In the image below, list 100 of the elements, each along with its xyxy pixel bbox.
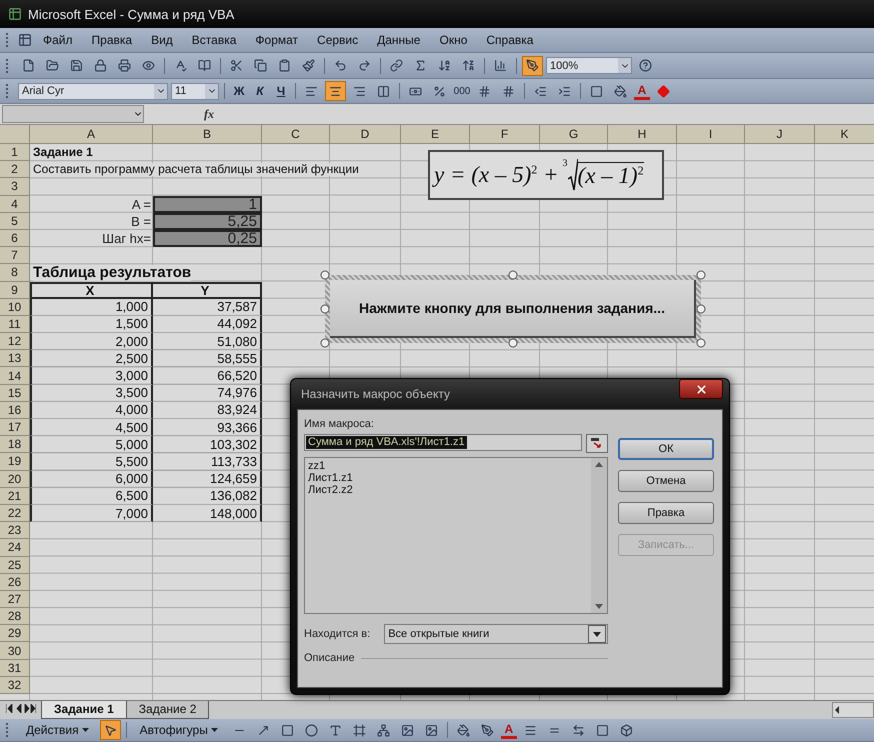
row-header[interactable]: 21 bbox=[0, 488, 30, 505]
scroll-left-icon[interactable] bbox=[833, 706, 841, 714]
row-header[interactable]: 8 bbox=[0, 264, 30, 282]
row-header[interactable]: 22 bbox=[0, 504, 30, 522]
row-header[interactable]: 19 bbox=[0, 453, 30, 471]
row-header[interactable]: 6 bbox=[0, 230, 30, 248]
row-header[interactable]: 1 bbox=[0, 144, 30, 162]
column-header[interactable]: I bbox=[677, 125, 745, 144]
location-select[interactable]: Все открытые книги bbox=[384, 624, 608, 644]
dialog-button[interactable]: ОК bbox=[618, 438, 714, 460]
horizontal-scrollbar[interactable] bbox=[832, 702, 874, 718]
column-header[interactable]: D bbox=[330, 125, 401, 144]
menu-item[interactable]: Вставка bbox=[184, 31, 244, 49]
menu-item[interactable]: Формат bbox=[247, 31, 306, 49]
menu-item[interactable]: Сервис bbox=[309, 31, 366, 49]
column-header[interactable]: K bbox=[815, 125, 874, 144]
parameter-cell[interactable]: 0,25 bbox=[153, 230, 262, 248]
resize-handle[interactable] bbox=[508, 338, 518, 348]
column-header[interactable]: F bbox=[470, 125, 540, 144]
macro-name-field[interactable]: Сумма и ряд VBA.xls'!Лист1.z1 bbox=[304, 434, 582, 451]
column-header[interactable]: G bbox=[540, 125, 608, 144]
collapse-button[interactable] bbox=[586, 434, 608, 453]
resize-handle[interactable] bbox=[320, 304, 330, 314]
row-header[interactable]: 10 bbox=[0, 298, 30, 316]
row-header[interactable]: 28 bbox=[0, 608, 30, 626]
column-header[interactable]: J bbox=[745, 125, 815, 144]
bold-button[interactable]: Ж bbox=[230, 82, 248, 100]
resize-handle[interactable] bbox=[320, 338, 330, 348]
row-header[interactable]: 7 bbox=[0, 247, 30, 264]
autoshapes-menu[interactable]: Автофигуры bbox=[132, 721, 226, 739]
row-header[interactable]: 32 bbox=[0, 676, 30, 694]
resize-handle[interactable] bbox=[696, 270, 706, 280]
column-header[interactable]: C bbox=[262, 125, 330, 144]
macro-list-item[interactable]: Лист2.z2 bbox=[308, 484, 353, 496]
thousands-separator-button[interactable]: 000 bbox=[453, 82, 471, 100]
menu-item[interactable]: Файл bbox=[35, 31, 81, 49]
resize-handle[interactable] bbox=[320, 270, 330, 280]
sheet-tab[interactable]: Задание 2 bbox=[126, 701, 210, 719]
row-header[interactable]: 26 bbox=[0, 574, 30, 591]
resize-handle[interactable] bbox=[696, 304, 706, 314]
row-header[interactable]: 14 bbox=[0, 367, 30, 385]
row-header[interactable]: 29 bbox=[0, 625, 30, 642]
dialog-button[interactable]: Отмена bbox=[618, 470, 714, 492]
actions-menu[interactable]: Действия bbox=[18, 721, 97, 739]
dialog-button[interactable]: Правка bbox=[618, 502, 714, 524]
column-header[interactable]: H bbox=[608, 125, 677, 144]
scroll-down-icon[interactable] bbox=[595, 604, 603, 609]
macro-list-item[interactable]: Лист1.z1 bbox=[308, 472, 353, 484]
macro-list-item[interactable]: zz1 bbox=[308, 460, 326, 472]
row-header[interactable]: 27 bbox=[0, 590, 30, 608]
row-header[interactable]: 3 bbox=[0, 178, 30, 196]
align-center-icon[interactable] bbox=[325, 81, 346, 101]
menu-item[interactable]: Вид bbox=[143, 31, 181, 49]
italic-button[interactable]: К bbox=[251, 82, 269, 100]
resize-handle[interactable] bbox=[696, 338, 706, 348]
caret-icon[interactable] bbox=[210, 728, 218, 732]
close-button[interactable] bbox=[679, 379, 723, 399]
workbook-icon[interactable] bbox=[18, 33, 32, 47]
row-header[interactable]: 31 bbox=[0, 660, 30, 677]
row-header[interactable]: 30 bbox=[0, 642, 30, 660]
macro-list[interactable]: zz1 Лист1.z1 Лист2.z2 bbox=[304, 457, 608, 614]
row-header[interactable]: 12 bbox=[0, 333, 30, 350]
row-header[interactable]: 20 bbox=[0, 470, 30, 488]
row-header[interactable]: 5 bbox=[0, 212, 30, 230]
column-header[interactable]: E bbox=[401, 125, 470, 144]
dropdown-arrow-icon[interactable] bbox=[593, 632, 601, 636]
row-header[interactable]: 25 bbox=[0, 556, 30, 574]
parameter-cell[interactable]: 1 bbox=[153, 196, 262, 213]
resize-handle[interactable] bbox=[508, 270, 518, 280]
row-header[interactable]: 16 bbox=[0, 402, 30, 419]
caret-icon[interactable] bbox=[82, 728, 89, 732]
row-header[interactable]: 17 bbox=[0, 419, 30, 436]
parameter-cell[interactable]: 5,25 bbox=[153, 212, 262, 230]
row-header[interactable]: 9 bbox=[0, 282, 30, 299]
row-header[interactable]: 23 bbox=[0, 522, 30, 540]
row-header[interactable]: 11 bbox=[0, 316, 30, 334]
macro-button[interactable]: Нажмите кнопку для выполнения задания... bbox=[330, 280, 696, 338]
insert-function-button[interactable]: fx bbox=[204, 106, 214, 122]
sheet-tab[interactable]: Задание 1 bbox=[41, 701, 127, 719]
row-header[interactable]: 2 bbox=[0, 161, 30, 178]
sheet-navigation-icon[interactable] bbox=[6, 704, 36, 713]
drawing-icon[interactable] bbox=[522, 56, 543, 76]
row-header[interactable]: 24 bbox=[0, 539, 30, 556]
vertical-scrollbar[interactable] bbox=[591, 458, 607, 613]
font-size-field[interactable]: 11 bbox=[171, 82, 219, 100]
close-icon[interactable] bbox=[694, 382, 708, 396]
menu-item[interactable]: Окно bbox=[431, 31, 476, 49]
menu-item[interactable]: Правка bbox=[84, 31, 140, 49]
column-header[interactable]: B bbox=[153, 125, 262, 144]
scroll-up-icon[interactable] bbox=[595, 462, 603, 467]
row-header[interactable]: 13 bbox=[0, 350, 30, 368]
column-header[interactable]: A bbox=[30, 125, 153, 144]
row-header[interactable]: 15 bbox=[0, 384, 30, 402]
underline-button[interactable]: Ч bbox=[272, 82, 290, 100]
font-field[interactable]: Arial Cyr bbox=[18, 82, 168, 100]
menu-item[interactable]: Данные bbox=[369, 31, 428, 49]
menu-item[interactable]: Справка bbox=[478, 31, 542, 49]
zoom-field[interactable]: 100% bbox=[546, 57, 632, 74]
row-header[interactable]: 18 bbox=[0, 436, 30, 454]
select-objects-icon[interactable] bbox=[100, 720, 121, 740]
